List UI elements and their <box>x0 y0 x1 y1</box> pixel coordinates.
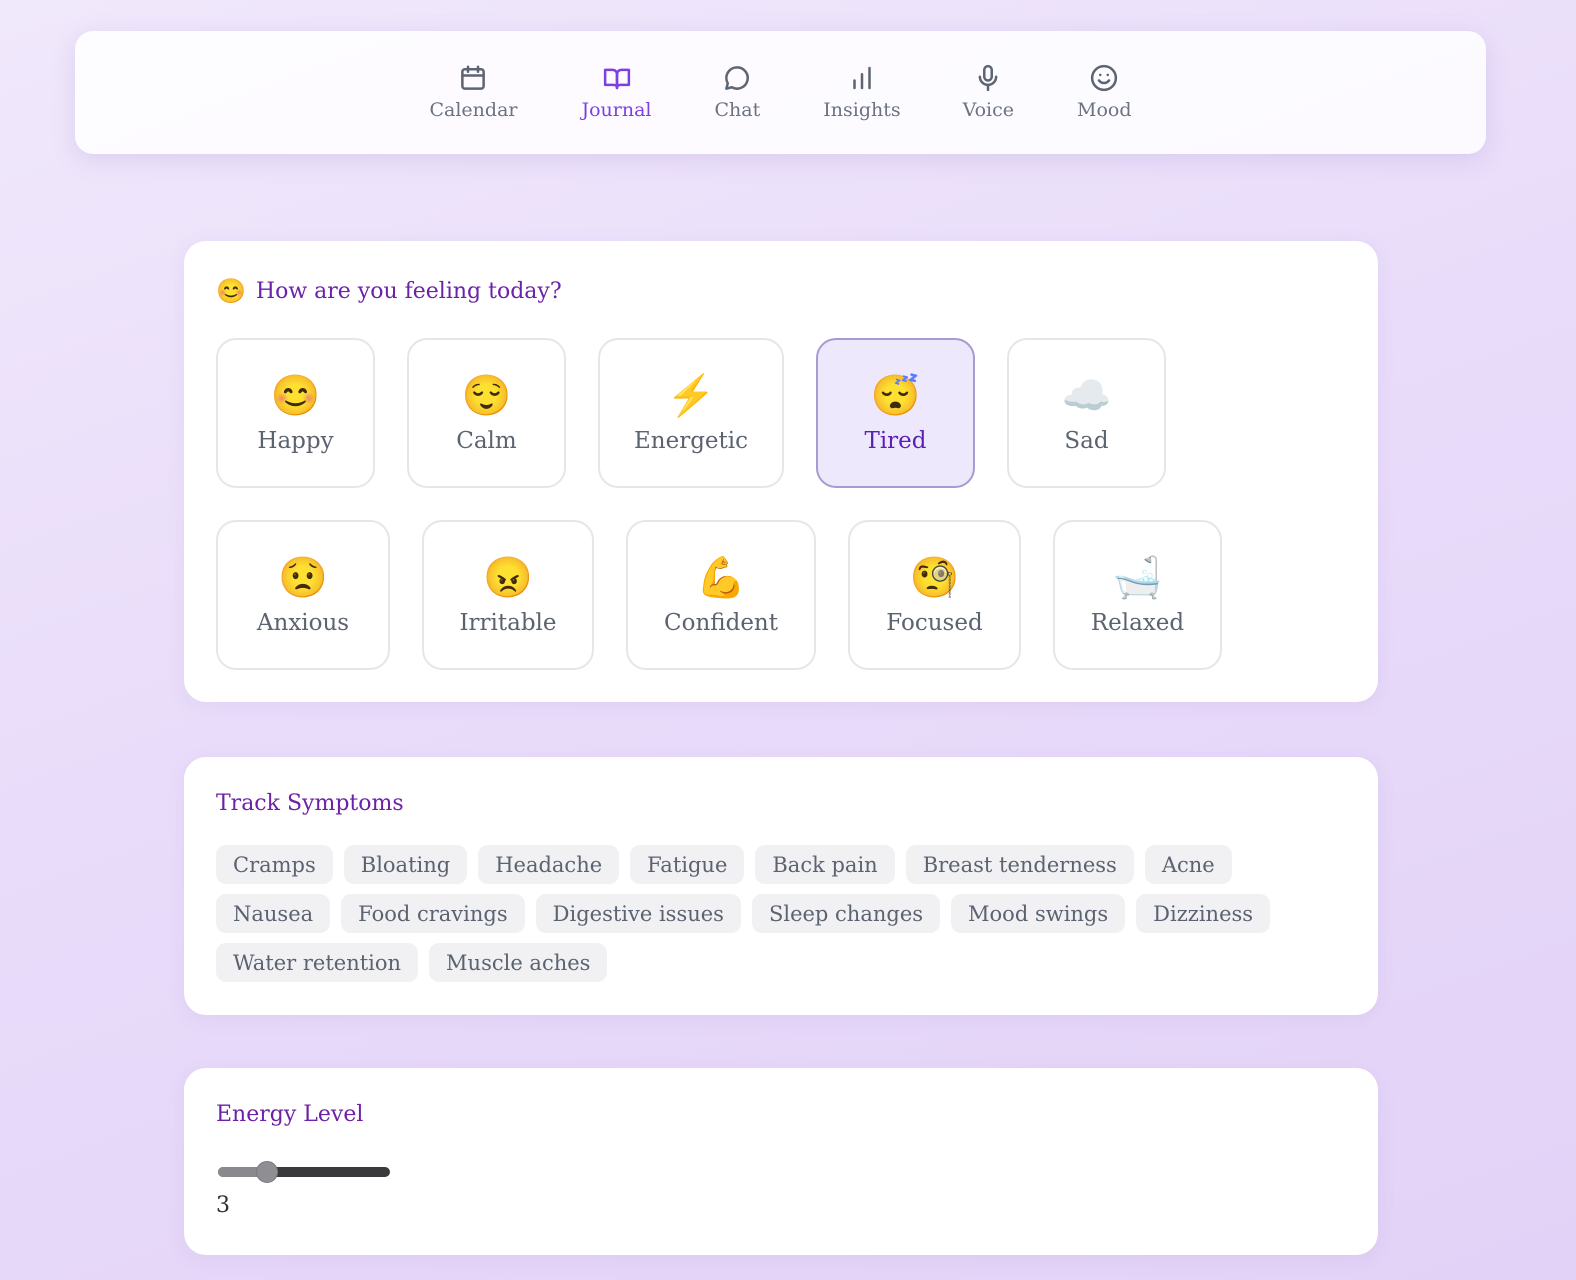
nav-items: Calendar Journal Chat Insights Voice Moo… <box>429 61 1132 121</box>
mood-label: Confident <box>664 610 778 636</box>
bar-chart-icon <box>846 61 878 95</box>
mood-row: 😊 Happy 😌 Calm ⚡ Energetic 😴 Tired ☁️ Sa… <box>216 338 1166 488</box>
energy-value: 3 <box>216 1193 230 1218</box>
symptom-chip[interactable]: Muscle aches <box>429 943 608 982</box>
top-navigation: Calendar Journal Chat Insights Voice Moo… <box>75 31 1486 154</box>
nav-item-calendar[interactable]: Calendar <box>429 61 517 121</box>
relieved-face-icon: 😌 <box>461 373 512 419</box>
chat-bubble-icon <box>721 61 753 95</box>
mood-label: Energetic <box>633 428 749 454</box>
nav-item-mood[interactable]: Mood <box>1077 61 1132 121</box>
mood-option-calm[interactable]: 😌 Calm <box>407 338 566 488</box>
book-open-icon <box>601 61 633 95</box>
slider-thumb[interactable] <box>255 1161 278 1183</box>
happy-face-icon: 😊 <box>270 373 321 419</box>
mood-title: How are you feeling today? <box>255 278 562 304</box>
symptom-chip[interactable]: Nausea <box>216 894 331 933</box>
nav-label: Journal <box>581 99 652 121</box>
mood-option-sad[interactable]: ☁️ Sad <box>1007 338 1166 488</box>
symptom-chip[interactable]: Cramps <box>216 845 333 884</box>
mood-label: Focused <box>886 610 983 636</box>
symptom-chip[interactable]: Acne <box>1144 845 1232 884</box>
nav-label: Voice <box>962 99 1015 121</box>
symptom-chip[interactable]: Bloating <box>343 845 468 884</box>
mood-option-happy[interactable]: 😊 Happy <box>216 338 375 488</box>
mood-label: Anxious <box>256 610 350 636</box>
mood-label: Sad <box>1064 428 1109 454</box>
nav-item-journal[interactable]: Journal <box>581 61 652 121</box>
nav-label: Mood <box>1077 99 1132 121</box>
nav-label: Insights <box>823 99 901 121</box>
nav-label: Chat <box>714 99 761 121</box>
energy-slider[interactable] <box>218 1160 390 1183</box>
symptoms-card: Track Symptoms Cramps Bloating Headache … <box>184 757 1378 1015</box>
mood-option-irritable[interactable]: 😠 Irritable <box>422 520 594 670</box>
symptom-chip[interactable]: Back pain <box>755 845 895 884</box>
energy-title: Energy Level <box>216 1102 364 1127</box>
mood-option-confident[interactable]: 💪 Confident <box>626 520 816 670</box>
mood-label: Calm <box>456 428 517 454</box>
nav-item-voice[interactable]: Voice <box>963 61 1014 121</box>
mood-label: Happy <box>257 428 334 454</box>
symptoms-title: Track Symptoms <box>216 791 404 816</box>
microphone-icon <box>972 61 1004 95</box>
mood-option-relaxed[interactable]: 🛁 Relaxed <box>1053 520 1222 670</box>
symptom-chip[interactable]: Food cravings <box>341 894 525 933</box>
smiley-icon <box>1088 61 1120 95</box>
angry-face-icon: 😠 <box>483 555 533 601</box>
symptom-chips: Cramps Bloating Headache Fatigue Back pa… <box>216 845 1326 982</box>
nav-item-chat[interactable]: Chat <box>714 61 761 121</box>
cloud-icon: ☁️ <box>1061 373 1112 419</box>
mood-option-anxious[interactable]: 😟 Anxious <box>216 520 390 670</box>
bathtub-icon: 🛁 <box>1112 555 1163 601</box>
symptom-chip[interactable]: Fatigue <box>630 845 745 884</box>
symptom-chip[interactable]: Headache <box>478 845 620 884</box>
nav-label: Calendar <box>429 99 518 121</box>
symptom-chip[interactable]: Dizziness <box>1136 894 1271 933</box>
sleeping-face-icon: 😴 <box>870 373 921 419</box>
mood-label: Relaxed <box>1090 610 1185 636</box>
symptom-chip[interactable]: Breast tenderness <box>905 845 1134 884</box>
mood-row: 😟 Anxious 😠 Irritable 💪 Confident 🧐 Focu… <box>216 520 1222 670</box>
smiling-face-icon: 😊 <box>216 277 246 305</box>
lightning-icon: ⚡ <box>666 373 716 419</box>
symptom-chip[interactable]: Mood swings <box>951 894 1126 933</box>
worried-face-icon: 😟 <box>278 555 328 601</box>
monocle-face-icon: 🧐 <box>909 555 960 601</box>
calendar-icon <box>457 61 489 95</box>
nav-item-insights[interactable]: Insights <box>823 61 901 121</box>
mood-label: Irritable <box>459 610 557 636</box>
symptom-chip[interactable]: Water retention <box>216 943 419 982</box>
mood-option-energetic[interactable]: ⚡ Energetic <box>598 338 784 488</box>
mood-card: 😊 How are you feeling today? 😊 Happy 😌 C… <box>184 241 1378 702</box>
symptom-chip[interactable]: Sleep changes <box>751 894 941 933</box>
energy-card: Energy Level 3 <box>184 1068 1378 1255</box>
flexed-bicep-icon: 💪 <box>696 555 746 601</box>
mood-option-focused[interactable]: 🧐 Focused <box>848 520 1021 670</box>
mood-option-tired[interactable]: 😴 Tired <box>816 338 975 488</box>
mood-heading: 😊 How are you feeling today? <box>216 277 562 305</box>
mood-label: Tired <box>864 428 927 454</box>
symptom-chip[interactable]: Digestive issues <box>535 894 741 933</box>
